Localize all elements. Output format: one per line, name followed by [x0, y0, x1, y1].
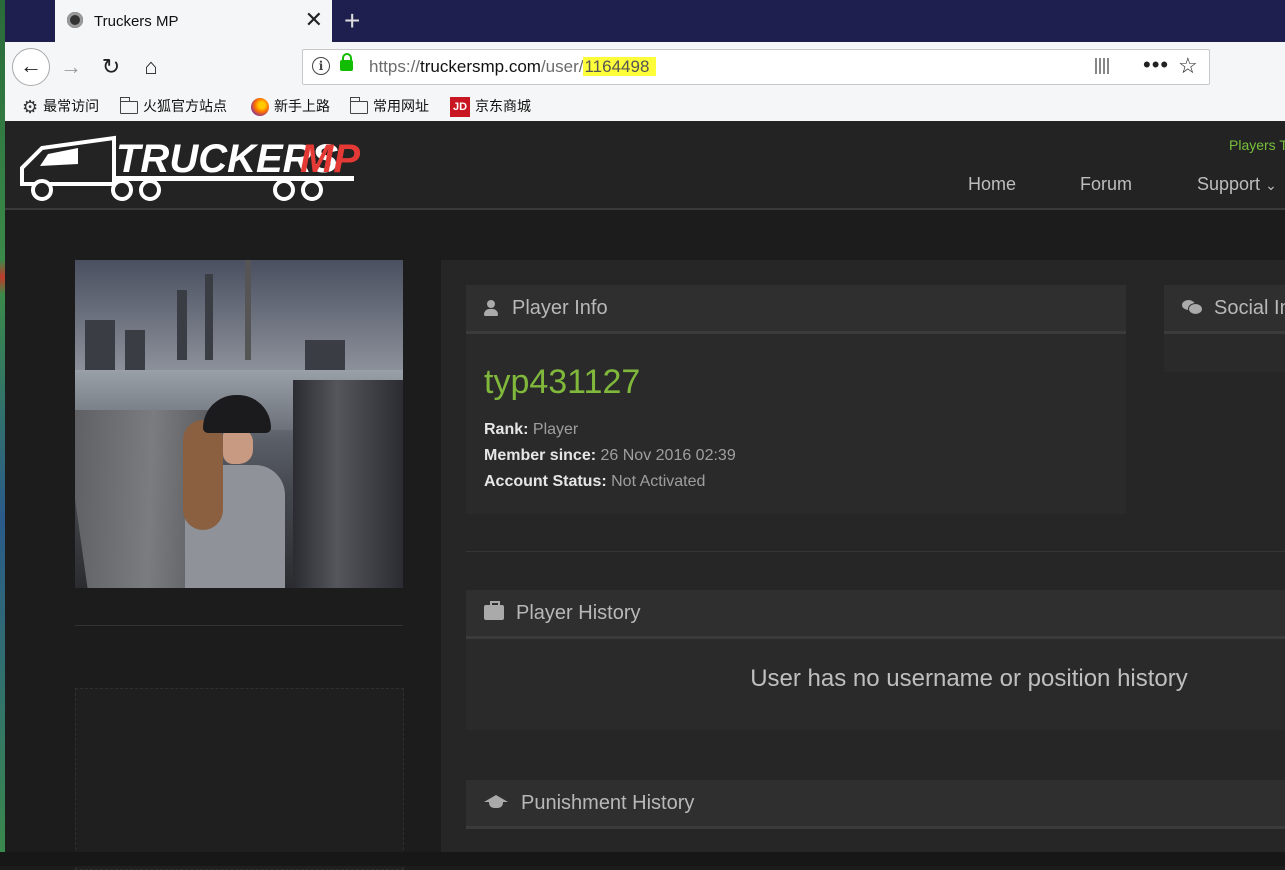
page-actions-icon[interactable]: •••	[1143, 52, 1169, 78]
bookmark-label: 新手上路	[274, 98, 330, 114]
jd-icon: JD	[450, 97, 470, 118]
player-history-header: Player History	[466, 590, 1285, 639]
new-tab-button[interactable]: +	[344, 6, 360, 36]
bookmark-most-visited[interactable]: ⚙ 最常访问	[22, 96, 100, 118]
url-host: truckersmp.com	[420, 57, 541, 76]
forward-button[interactable]: →	[56, 52, 86, 82]
nav-support-label: Support	[1197, 174, 1261, 194]
tab-truckers-mp[interactable]: Truckers MP ✕	[55, 0, 332, 44]
divider	[75, 625, 403, 626]
players-online-text[interactable]: Players T	[1229, 137, 1285, 153]
nav-forum[interactable]: Forum	[1080, 174, 1132, 195]
rank-value: Player	[532, 421, 579, 438]
bookmark-star-icon[interactable]: ☆	[1178, 53, 1198, 79]
back-button[interactable]: ←	[12, 48, 50, 86]
url-prefix: https://	[369, 57, 421, 76]
player-history-title: Player History	[516, 602, 641, 624]
graduation-cap-icon	[484, 795, 508, 809]
truckersmp-logo[interactable]: TRUCKERS MP	[18, 128, 363, 204]
social-info-title: Social In	[1214, 297, 1285, 319]
member-value: 26 Nov 2016 02:39	[600, 447, 736, 464]
member-since-row: Member since: 26 Nov 2016 02:39	[484, 447, 736, 465]
player-info-header: Player Info	[466, 285, 1126, 334]
nav-support[interactable]: Support ⌄	[1197, 174, 1277, 195]
url-text[interactable]: https://truckersmp.com/user/1164498	[369, 57, 657, 77]
url-path: /user/	[540, 57, 584, 76]
site-info-icon[interactable]: i	[312, 57, 330, 75]
gear-icon: ⚙	[22, 97, 39, 118]
bookmark-label: 京东商城	[475, 98, 531, 114]
status-label: Account Status:	[484, 473, 607, 490]
bookmark-label: 火狐官方站点	[143, 98, 227, 114]
rank-row: Rank: Player	[484, 421, 578, 439]
logo-text-mp: MP	[300, 137, 360, 181]
bookmark-label: 常用网址	[373, 98, 429, 114]
home-button[interactable]: ⌂	[136, 52, 166, 82]
page-bottom	[0, 852, 1285, 866]
bookmark-common-sites[interactable]: 常用网址	[349, 96, 429, 116]
rank-label: Rank:	[484, 421, 529, 438]
chevron-down-icon: ⌄	[1265, 177, 1277, 193]
tab-close-icon[interactable]: ✕	[305, 8, 323, 32]
player-username: typ431127	[484, 363, 641, 401]
bookmark-getting-started[interactable]: 新手上路	[251, 96, 330, 117]
url-highlight: 1164498	[583, 57, 657, 76]
user-icon	[484, 300, 498, 316]
no-history-message: User has no username or position history	[750, 665, 1188, 692]
firefox-icon	[251, 98, 269, 117]
nav-home[interactable]: Home	[968, 174, 1016, 195]
reload-button[interactable]: ↻	[96, 52, 126, 82]
social-info-header: Social In	[1164, 285, 1285, 334]
tab-favicon-icon	[67, 12, 83, 28]
player-info-title: Player Info	[512, 297, 608, 319]
bookmark-label: 最常访问	[43, 98, 100, 114]
lock-icon[interactable]	[340, 53, 353, 71]
status-value: Not Activated	[611, 473, 706, 490]
punishment-history-header: Punishment History	[466, 780, 1285, 829]
folder-icon	[119, 96, 138, 114]
tab-title: Truckers MP	[94, 13, 179, 30]
folder-icon	[349, 96, 368, 114]
qr-code-icon[interactable]	[1095, 58, 1111, 74]
briefcase-icon	[484, 601, 504, 620]
divider	[466, 551, 1285, 552]
account-status-row: Account Status: Not Activated	[484, 473, 705, 491]
avatar	[75, 260, 403, 588]
social-info-body	[1164, 334, 1285, 372]
bookmark-jd[interactable]: JD 京东商城	[450, 96, 531, 118]
bookmark-firefox-site[interactable]: 火狐官方站点	[119, 96, 227, 116]
punishment-history-title: Punishment History	[521, 792, 695, 814]
member-label: Member since:	[484, 447, 597, 464]
sidebar-box	[75, 688, 404, 870]
chat-icon	[1182, 300, 1202, 314]
